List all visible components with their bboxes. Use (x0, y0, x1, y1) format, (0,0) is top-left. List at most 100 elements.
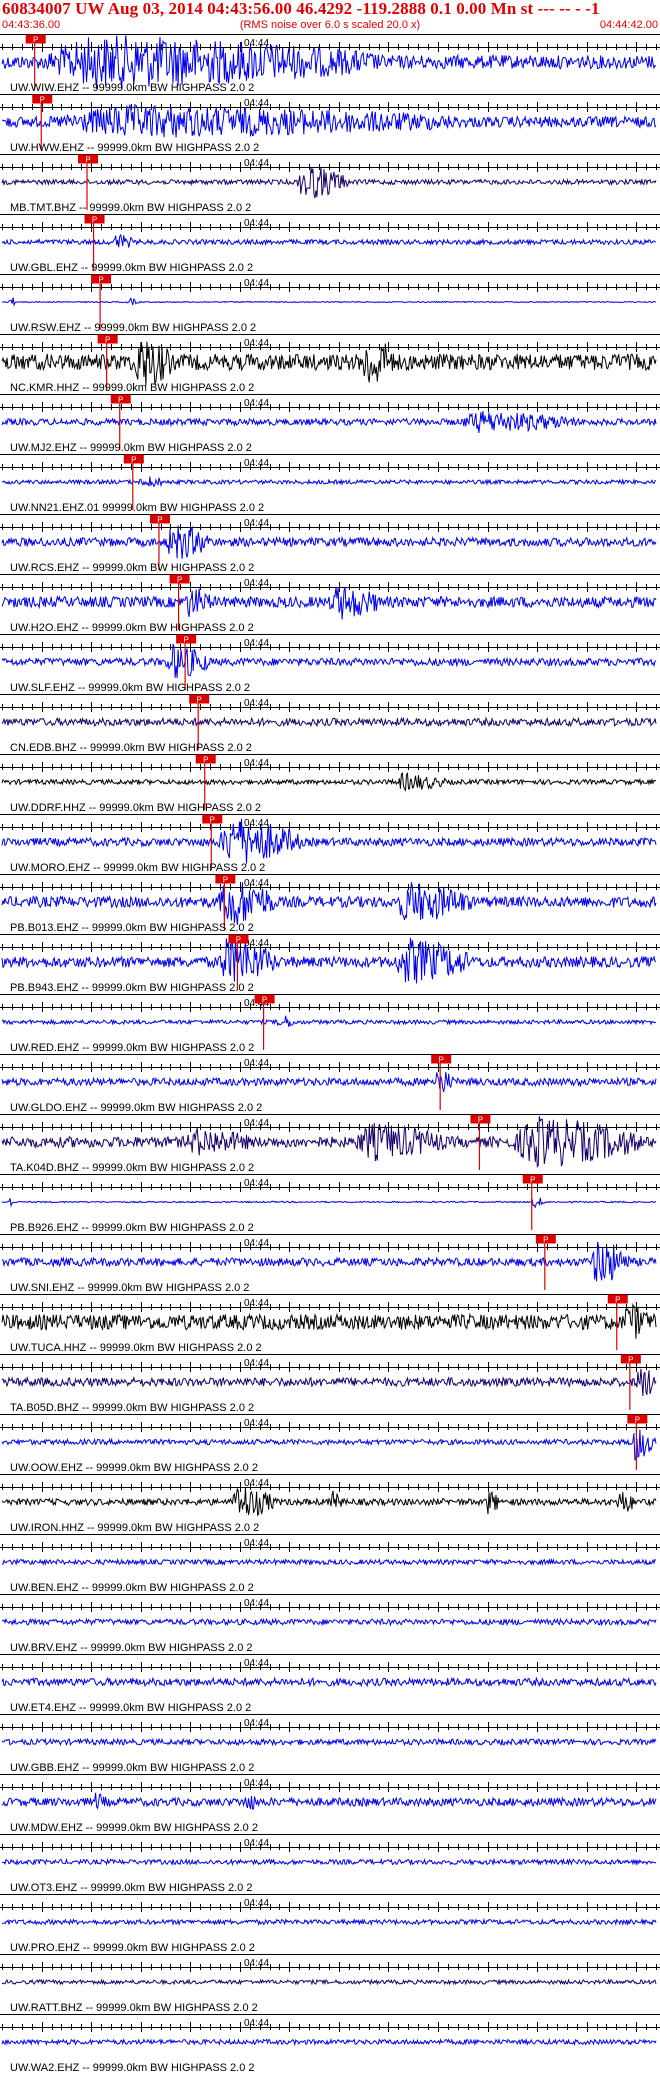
station-label: UW.WIW.EHZ -- 99999.0km BW HIGHPASS 2.0 … (10, 82, 254, 94)
trace-row: 04:44 P UW.H2O.EHZ -- 99999.0km BW HIGHPAS… (0, 574, 660, 634)
pick-label: P (262, 996, 267, 1005)
minute-tick-label: 04:44 (244, 1478, 269, 1489)
minute-tick-label: 04:44 (244, 1778, 269, 1789)
trace-row: 04:44 UW.RATT.BHZ -- 99999.0km BW HIGHPAS… (0, 1954, 660, 2014)
pick-label: P (157, 516, 162, 525)
trace-row: 04:44 P UW.NN21.EHZ.01 99999.0km BW HIGHPA… (0, 454, 660, 514)
station-label: UW.OOW.EHZ -- 99999.0km BW HIGHPASS 2.0 … (10, 1462, 258, 1474)
station-label: PB.B926.EHZ -- 99999.0km BW HIGHPASS 2.0… (10, 1222, 254, 1234)
waveform (1, 1487, 657, 1517)
minute-tick-label: 04:44 (244, 1598, 269, 1609)
station-label: UW.RCS.EHZ -- 99999.0km BW HIGHPASS 2.0 … (10, 562, 254, 574)
waveform (1, 1197, 657, 1209)
waveform (1, 1429, 657, 1461)
minute-tick-label: 04:44 (244, 578, 269, 589)
trace-row: 04:44 P PB.B926.EHZ -- 99999.0km BW HIGHPA… (0, 1174, 660, 1234)
waveform (1, 233, 657, 248)
station-label: UW.ET4.EHZ -- 99999.0km BW HIGHPASS 2.0 … (10, 1702, 251, 1714)
waveform (1, 411, 657, 434)
station-label: CN.EDB.BHZ -- 99999.0km BW HIGHPASS 2.0 … (10, 742, 252, 754)
pick-label: P (635, 1416, 640, 1425)
minute-tick-label: 04:44 (244, 878, 269, 889)
trace-row: 04:44 UW.PRO.EHZ -- 99999.0km BW HIGHPASS… (0, 1894, 660, 1954)
waveform (1, 2037, 657, 2047)
trace-row: 04:44 UW.GBB.EHZ -- 99999.0km BW HIGHPASS… (0, 1714, 660, 1774)
waveform (1, 586, 657, 620)
station-label: UW.NN21.EHZ.01 99999.0km BW HIGHPASS 2.0… (10, 502, 264, 514)
minute-tick-label: 04:44 (244, 698, 269, 709)
pick-label: P (439, 1056, 444, 1065)
pick-label: P (85, 156, 90, 165)
waveform (1, 1857, 657, 1867)
station-label: UW.HWW.EHZ -- 99999.0km BW HIGHPASS 2.0 … (10, 142, 259, 154)
waveform (1, 1917, 657, 1927)
pick-label: P (98, 276, 103, 285)
minute-tick-label: 04:44 (244, 1418, 269, 1429)
pick-label: P (530, 1176, 535, 1185)
station-label: PB.B943.EHZ -- 99999.0km BW HIGHPASS 2.0… (10, 982, 254, 994)
trace-row: 04:44 P NC.KMR.HHZ -- 99999.0km BW HIGHPAS… (0, 334, 660, 394)
minute-tick-label: 04:44 (244, 518, 269, 529)
station-label: UW.MORO.EHZ -- 99999.0km BW HIGHPASS 2.0… (10, 862, 265, 874)
trace-row: 04:44 UW.MDW.EHZ -- 99999.0km BW HIGHPASS… (0, 1774, 660, 1834)
waveform (1, 1557, 657, 1567)
station-label: NC.KMR.HHZ -- 99999.0km BW HIGHPASS 2.0 … (10, 382, 254, 394)
waveform (1, 772, 657, 792)
station-label: UW.GLDO.EHZ -- 99999.0km BW HIGHPASS 2.0… (10, 1102, 262, 1114)
trace-row: 04:44 P UW.SLF.EHZ -- 99999.0km BW HIGHPAS… (0, 634, 660, 694)
minute-tick-label: 04:44 (244, 1178, 269, 1189)
station-label: UW.MDW.EHZ -- 99999.0km BW HIGHPASS 2.0 … (10, 1822, 258, 1834)
trace-row: 04:44 P UW.MORO.EHZ -- 99999.0km BW HIGHPA… (0, 814, 660, 874)
pick-label: P (197, 696, 202, 705)
trace-row: 04:44 P UW.OOW.EHZ -- 99999.0km BW HIGHPAS… (0, 1414, 660, 1474)
minute-tick-label: 04:44 (244, 1238, 269, 1249)
trace-row: 04:44 P UW.GLDO.EHZ -- 99999.0km BW HIGHPA… (0, 1054, 660, 1114)
station-label: UW.OT3.EHZ -- 99999.0km BW HIGHPASS 2.0 … (10, 1882, 252, 1894)
waveform (1, 525, 657, 559)
waveform (1, 1978, 657, 1986)
pick-label: P (210, 816, 215, 825)
station-label: TA.B05D.BHZ -- 99999.0km BW HIGHPASS 2.0… (10, 1402, 254, 1414)
trace-row: 04:44 P TA.K04D.BHZ -- 99999.0km BW HIGHPA… (0, 1114, 660, 1174)
station-label: MB.TMT.BHZ -- 99999.0km BW HIGHPASS 2.0 … (10, 202, 251, 214)
station-label: UW.MJ2.EHZ -- 99999.0km BW HIGHPASS 2.0 … (10, 442, 252, 454)
trace-row: 04:44 UW.OT3.EHZ -- 99999.0km BW HIGHPASS… (0, 1834, 660, 1894)
trace-row: 04:44 P TA.B05D.BHZ -- 99999.0km BW HIGHPA… (0, 1354, 660, 1414)
station-label: UW.GBB.EHZ -- 99999.0km BW HIGHPASS 2.0 … (10, 1762, 254, 1774)
station-label: UW.PRO.EHZ -- 99999.0km BW HIGHPASS 2.0 … (10, 1942, 255, 1954)
trace-row: 04:44PUW.RED.EHZ -- 99999.0km BW HIGHPAS… (0, 994, 660, 1054)
minute-tick-label: 04:44 (244, 1358, 269, 1369)
trace-row: 04:44 P PB.B013.EHZ -- 99999.0km BW HIGHPA… (0, 874, 660, 934)
minute-tick-label: 04:44 (244, 1298, 269, 1309)
waveform (1, 166, 657, 199)
station-label: UW.DDRF.HHZ -- 99999.0km BW HIGHPASS 2.0… (10, 802, 261, 814)
waveform (1, 1792, 657, 1810)
minute-tick-label: 04:44 (244, 98, 269, 109)
minute-tick-label: 04:44 (244, 818, 269, 829)
station-label: UW.IRON.HHZ -- 99999.0km BW HIGHPASS 2.0… (10, 1522, 259, 1534)
trace-row: 04:44 P UW.MJ2.EHZ -- 99999.0km BW HIGHPAS… (0, 394, 660, 454)
station-label: TA.K04D.BHZ -- 99999.0km BW HIGHPASS 2.0… (10, 1162, 254, 1174)
station-label: UW.RSW.EHZ -- 99999.0km BW HIGHPASS 2.0 … (10, 322, 256, 334)
minute-tick-label: 04:44 (244, 158, 269, 169)
waveform (1, 1071, 657, 1093)
trace-row: 04:44 P UW.TUCA.HHZ -- 99999.0km BW HIGHPA… (0, 1294, 660, 1354)
trace-row: 04:44PUW.WIW.EHZ -- 99999.0km BW HIGHPAS… (0, 34, 660, 94)
trace-row: 04:44 UW.BRV.EHZ -- 99999.0km BW HIGHPASS… (0, 1594, 660, 1654)
trace-row: 04:44 P UW.HWW.EHZ -- 99999.0km BW HIGHPAS… (0, 94, 660, 154)
minute-tick-label: 04:44 (244, 338, 269, 349)
minute-tick-label: 04:44 (244, 1538, 269, 1549)
waveform (1, 1116, 657, 1169)
waveform (1, 1015, 657, 1028)
station-label: UW.BRV.EHZ -- 99999.0km BW HIGHPASS 2.0 … (10, 1642, 253, 1654)
station-label: UW.RED.EHZ -- 99999.0km BW HIGHPASS 2.0 … (10, 1042, 254, 1054)
station-label: UW.H2O.EHZ -- 99999.0km BW HIGHPASS 2.0 … (10, 622, 254, 634)
pick-label: P (223, 876, 228, 885)
minute-tick-label: 04:44 (244, 1118, 269, 1129)
pick-label: P (203, 756, 208, 765)
station-label: UW.GBL.EHZ -- 99999.0km BW HIGHPASS 2.0 … (10, 262, 253, 274)
waveform (1, 935, 657, 984)
waveform (1, 476, 657, 488)
station-label: UW.SNI.EHZ -- 99999.0km BW HIGHPASS 2.0 … (10, 1282, 249, 1294)
pick-label: P (628, 1356, 633, 1365)
